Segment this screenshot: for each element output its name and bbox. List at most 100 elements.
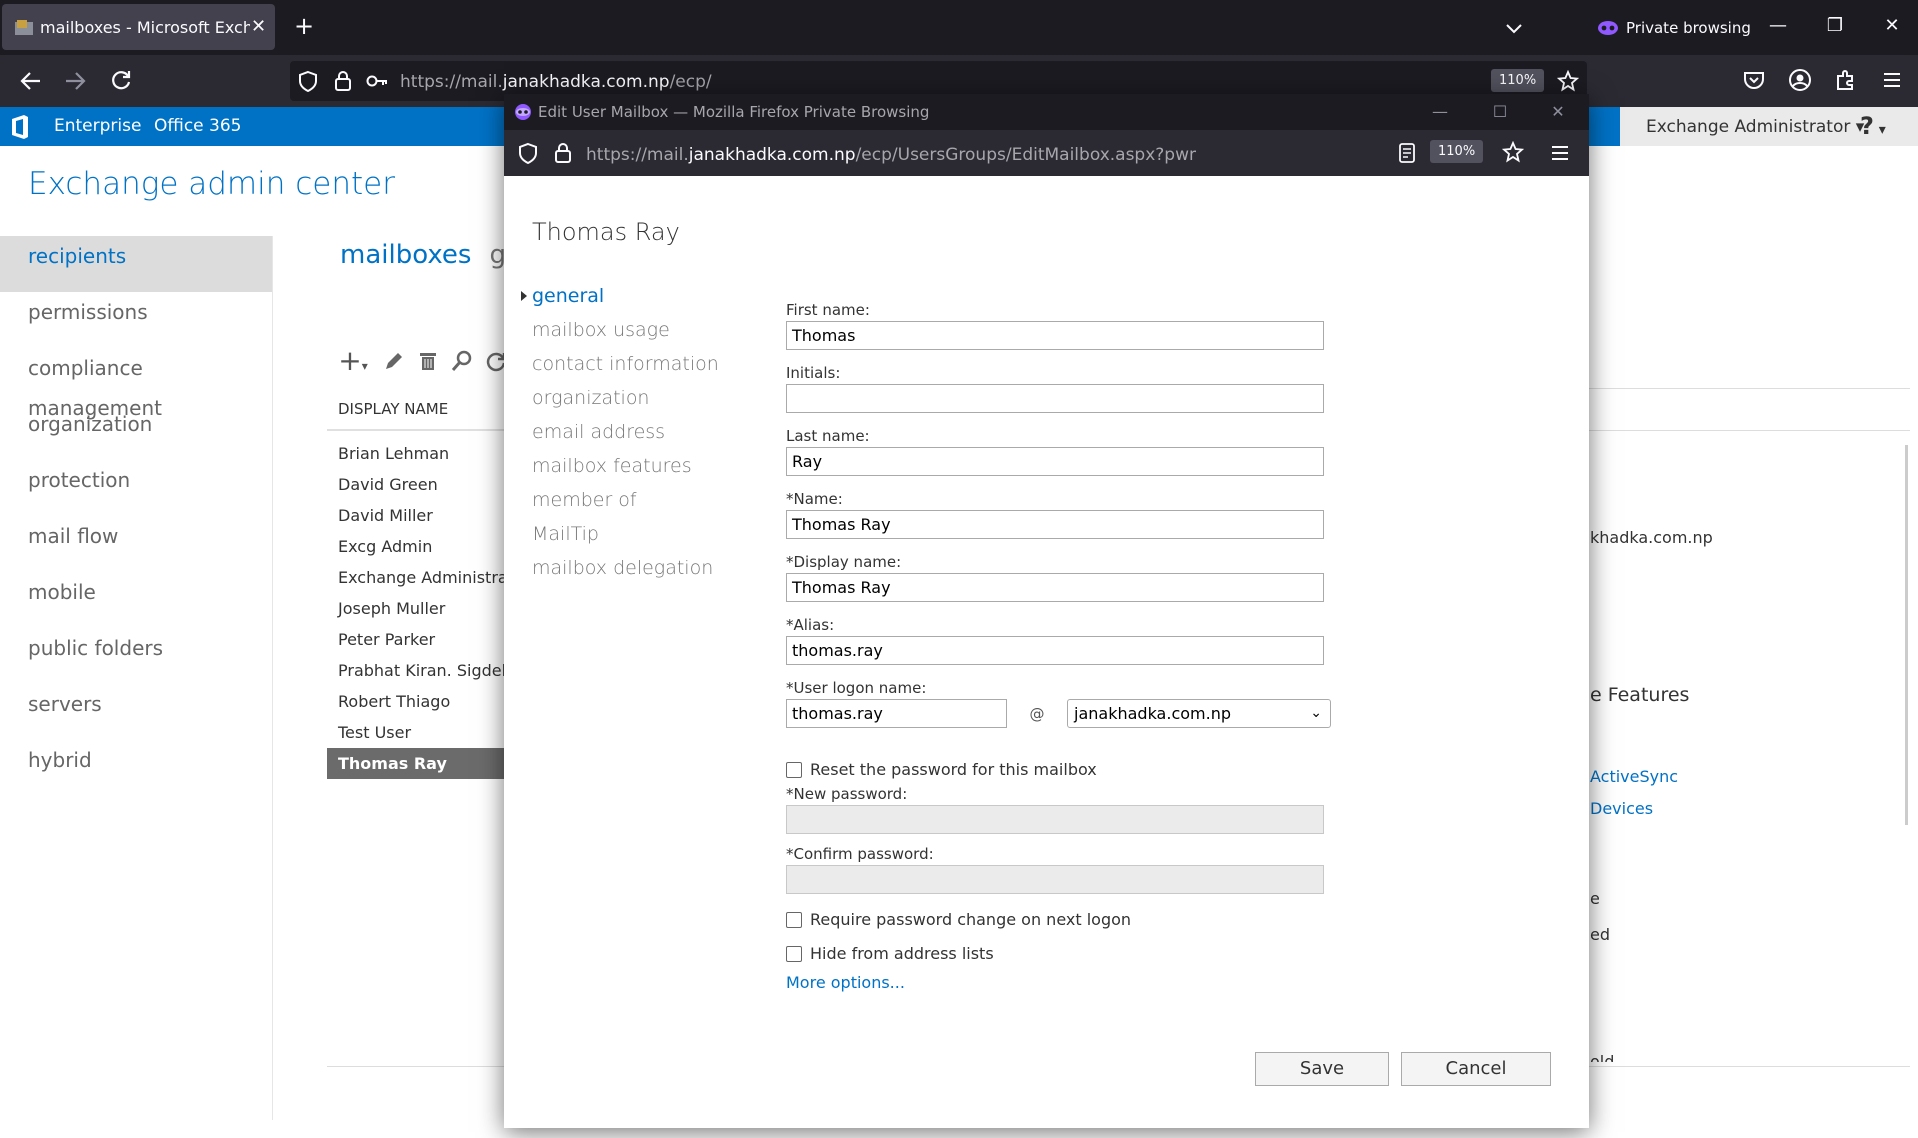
minimize-icon[interactable]: — <box>1430 100 1450 124</box>
activesync-link[interactable]: ActiveSync <box>1590 767 1678 786</box>
list-item[interactable]: Prabhat Kiran. Sigdel <box>327 655 507 686</box>
add-icon[interactable]: +▾ <box>335 347 371 375</box>
hamburger-menu-icon[interactable] <box>1880 68 1906 94</box>
key-icon[interactable] <box>366 72 388 94</box>
extensions-icon[interactable] <box>1834 68 1860 94</box>
nav-recipients[interactable]: recipients <box>0 236 272 292</box>
edit-pencil-icon[interactable] <box>383 350 405 372</box>
new-password-field[interactable] <box>786 805 1324 834</box>
details-text-fragment: e <box>1590 889 1600 908</box>
hide-from-lists-label: Hide from address lists <box>810 944 994 963</box>
office-logo-icon[interactable] <box>10 114 30 144</box>
zoom-indicator[interactable]: 110% <box>1430 140 1484 163</box>
details-scrollbar[interactable] <box>1905 445 1908 825</box>
forward-icon[interactable] <box>62 68 88 94</box>
close-tab-icon[interactable]: ✕ <box>251 16 266 37</box>
list-item-selected[interactable]: Thomas Ray <box>327 748 507 779</box>
nav-divider <box>272 236 273 1120</box>
list-item[interactable]: Excg Admin <box>327 531 507 562</box>
logon-domain-value: janakhadka.com.np <box>1074 704 1231 723</box>
close-window-icon[interactable]: ✕ <box>1880 14 1904 38</box>
office365-link[interactable]: Office 365 <box>154 116 241 136</box>
list-item[interactable]: David Miller <box>327 500 507 531</box>
mailbox-toolbar: +▾ <box>335 347 507 375</box>
shield-icon[interactable] <box>518 142 538 168</box>
lock-icon[interactable] <box>554 142 572 168</box>
section-contact-information[interactable]: contact information <box>532 347 719 381</box>
restore-icon[interactable]: ❐ <box>1823 14 1847 38</box>
display-name-field[interactable]: Thomas Ray <box>786 573 1324 602</box>
user-logon-name-field[interactable]: thomas.ray <box>786 699 1007 728</box>
tab-mailboxes[interactable]: mailboxes <box>340 240 471 270</box>
section-member-of[interactable]: member of <box>532 483 719 517</box>
nav-hybrid[interactable]: hybrid <box>0 740 272 796</box>
display-name-column-header[interactable]: DISPLAY NAME <box>338 400 448 418</box>
exchange-favicon-icon <box>14 19 34 36</box>
list-item[interactable]: Brian Lehman <box>327 438 507 469</box>
reload-icon[interactable] <box>108 68 134 94</box>
search-icon[interactable] <box>451 350 473 372</box>
first-name-field[interactable]: Thomas <box>786 321 1324 350</box>
chevron-down-icon[interactable] <box>1502 16 1526 40</box>
require-change-checkbox[interactable] <box>786 911 802 928</box>
list-item[interactable]: Test User <box>327 717 507 748</box>
section-mailtip[interactable]: MailTip <box>532 517 719 551</box>
zoom-indicator[interactable]: 110% <box>1491 69 1545 92</box>
save-button[interactable]: Save <box>1255 1052 1389 1086</box>
hide-from-lists-checkbox[interactable] <box>786 945 802 962</box>
minimize-icon[interactable]: — <box>1766 14 1790 38</box>
help-menu[interactable]: ? ▾ <box>1860 112 1886 140</box>
account-icon[interactable] <box>1788 68 1814 94</box>
list-item[interactable]: Exchange Administrator <box>327 562 507 593</box>
list-item[interactable]: Joseph Muller <box>327 593 507 624</box>
back-icon[interactable] <box>18 68 44 94</box>
maximize-icon[interactable]: ☐ <box>1490 100 1510 124</box>
section-general[interactable]: general <box>532 279 719 313</box>
list-item[interactable]: David Green <box>327 469 507 500</box>
more-options-link[interactable]: More options... <box>786 973 1346 992</box>
nav-organization[interactable]: organization <box>0 404 272 460</box>
section-mailbox-features[interactable]: mailbox features <box>532 449 719 483</box>
reset-password-checkbox[interactable] <box>786 761 802 778</box>
alias-field[interactable]: thomas.ray <box>786 636 1324 665</box>
section-mailbox-usage[interactable]: mailbox usage <box>532 313 719 347</box>
require-change-label: Require password change on next logon <box>810 910 1132 929</box>
delete-trash-icon[interactable] <box>417 350 439 372</box>
browser-tab[interactable]: mailboxes - Microsoft Exchange ✕ <box>2 4 275 50</box>
section-organization[interactable]: organization <box>532 381 719 415</box>
nav-public-folders[interactable]: public folders <box>0 628 272 684</box>
last-name-field[interactable]: Ray <box>786 447 1324 476</box>
close-window-icon[interactable]: ✕ <box>1548 100 1568 124</box>
lock-icon[interactable] <box>334 70 352 96</box>
logon-domain-select[interactable]: janakhadka.com.np ⌄ <box>1067 699 1331 728</box>
nav-mobile[interactable]: mobile <box>0 572 272 628</box>
list-item[interactable]: Robert Thiago <box>327 686 507 717</box>
reader-view-icon[interactable] <box>1398 142 1416 168</box>
initials-field[interactable] <box>786 384 1324 413</box>
pocket-icon[interactable] <box>1742 68 1768 94</box>
popup-url-text[interactable]: https://mail.janakhadka.com.np/ecp/Users… <box>586 145 1196 165</box>
section-mailbox-delegation[interactable]: mailbox delegation <box>532 551 719 585</box>
nav-protection[interactable]: protection <box>0 460 272 516</box>
list-item[interactable]: Peter Parker <box>327 624 507 655</box>
new-tab-icon[interactable]: + <box>294 14 314 38</box>
bookmark-star-icon[interactable] <box>1501 140 1525 167</box>
nav-compliance-management[interactable]: compliance management <box>0 348 272 420</box>
nav-permissions[interactable]: permissions <box>0 292 272 348</box>
popup-url-bar: https://mail.janakhadka.com.np/ecp/Users… <box>504 130 1589 176</box>
cancel-button[interactable]: Cancel <box>1401 1052 1551 1086</box>
devices-link[interactable]: Devices <box>1590 799 1653 818</box>
name-field[interactable]: Thomas Ray <box>786 510 1324 539</box>
details-domain-text: khadka.com.np <box>1590 528 1713 547</box>
confirm-password-field[interactable] <box>786 865 1324 894</box>
name-label: *Name: <box>786 490 843 508</box>
nav-servers[interactable]: servers <box>0 684 272 740</box>
nav-mail-flow[interactable]: mail flow <box>0 516 272 572</box>
selected-arrow-icon <box>521 291 527 301</box>
enterprise-link[interactable]: Enterprise <box>54 116 141 136</box>
admin-user-menu[interactable]: Exchange Administrator ▾ <box>1646 117 1864 137</box>
section-email-address[interactable]: email address <box>532 415 719 449</box>
hamburger-menu-icon[interactable] <box>1550 142 1570 168</box>
shield-icon[interactable] <box>298 70 318 96</box>
bookmark-star-icon[interactable] <box>1556 69 1580 96</box>
